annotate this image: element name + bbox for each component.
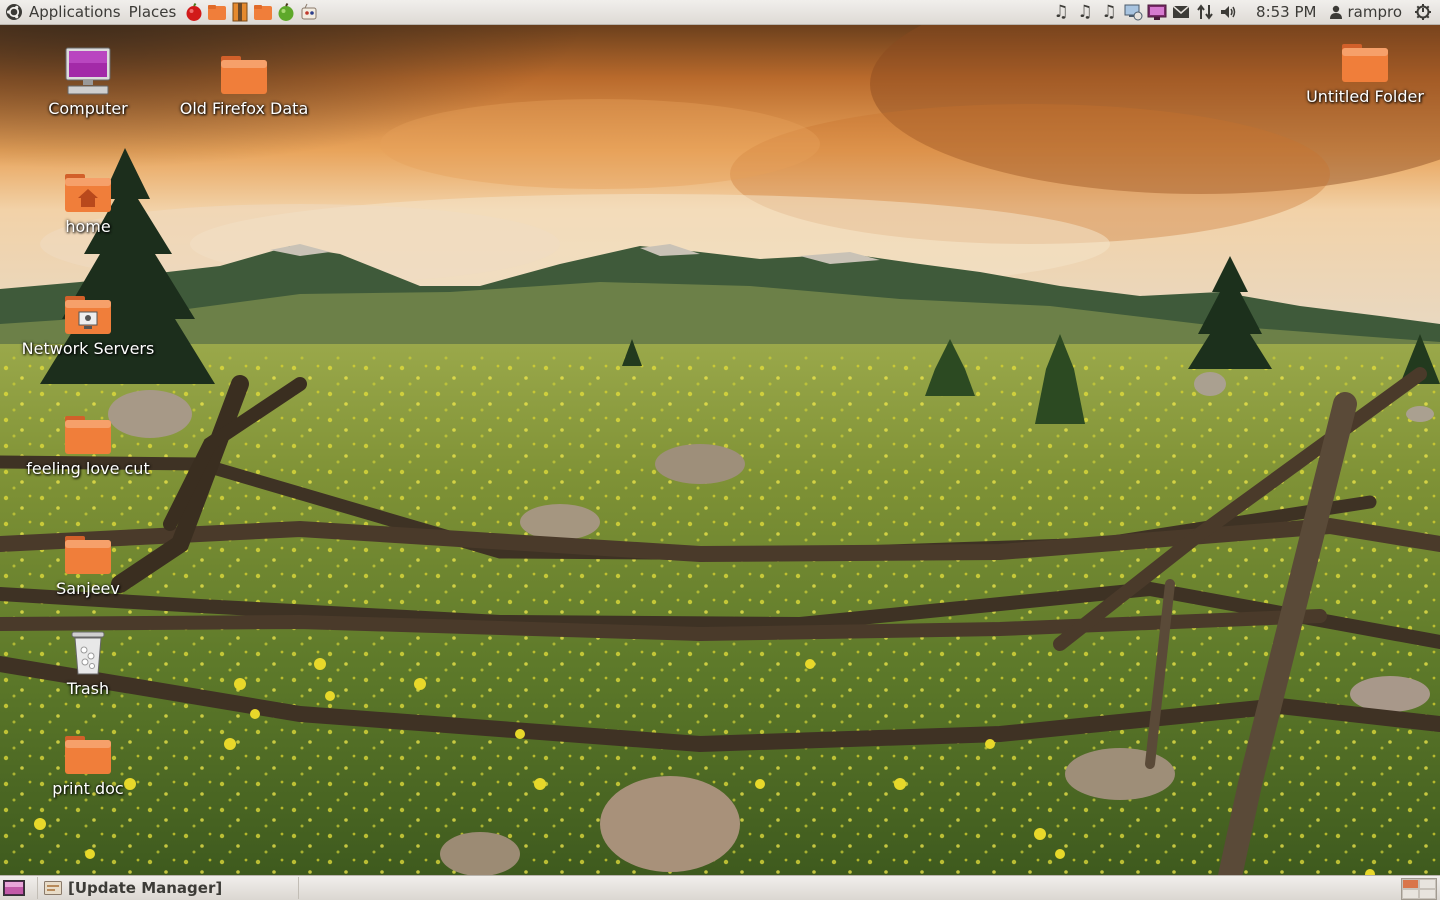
desktop-icon-label: home [65, 217, 111, 236]
applications-menu[interactable]: Applications [29, 3, 121, 21]
user-icon [1330, 5, 1343, 19]
places-menu[interactable]: Places [129, 3, 177, 21]
system-tray: ♫ ♫ ♫ 8:53 PM rampro [1050, 0, 1440, 24]
desktop-icon-label: Sanjeev [56, 579, 120, 598]
desktop-icon-network-servers[interactable]: Network Servers [13, 284, 163, 358]
desktop-icon-label: Old Firefox Data [179, 99, 309, 118]
apple-green-icon[interactable] [276, 2, 296, 22]
folder-icon [62, 524, 114, 576]
workspace-2[interactable] [1419, 879, 1436, 889]
taskbar-item-label: [Update Manager] [68, 879, 223, 897]
desktop-wallpaper [0, 24, 1440, 876]
folder-icon[interactable] [253, 2, 273, 22]
show-desktop-icon[interactable] [3, 880, 25, 896]
workspace-1[interactable] [1402, 879, 1419, 889]
desktop-icon-untitled-folder[interactable]: Untitled Folder [1290, 32, 1440, 106]
gear-power-icon[interactable] [1412, 1, 1434, 23]
folder-icon [62, 724, 114, 776]
desktop-icon-old-firefox-data[interactable]: Old Firefox Data [169, 44, 319, 118]
desktop-icon-label: print doc [52, 779, 124, 798]
game-icon[interactable] [299, 2, 319, 22]
desktop-icon-label: Trash [66, 679, 110, 698]
workspace-3[interactable] [1402, 889, 1419, 899]
folder-icon [218, 44, 270, 96]
network-folder-icon [62, 284, 114, 336]
desktop-icon-label: Computer [48, 99, 128, 118]
desktop-icon-print-doc[interactable]: print doc [13, 724, 163, 798]
archive-icon[interactable] [230, 2, 250, 22]
network-updown-icon[interactable] [1194, 1, 1216, 23]
folder-icon [1339, 32, 1391, 84]
volume-icon[interactable] [1218, 1, 1240, 23]
apple-red-icon[interactable] [184, 2, 204, 22]
workspace-switcher[interactable] [1401, 878, 1437, 900]
desktop-icon-label: feeling love cut [26, 459, 150, 478]
update-manager-icon [44, 881, 62, 895]
user-menu[interactable]: rampro [1330, 3, 1402, 21]
music-note-icon[interactable]: ♫ [1098, 1, 1120, 23]
desktop-icon-sanjeev[interactable]: Sanjeev [13, 524, 163, 598]
desktop-icon-label: Untitled Folder [1306, 87, 1424, 106]
top-panel: Applications Places ♫ ♫ ♫ 8:53 PM rampro [0, 0, 1440, 25]
desktop-icon-home[interactable]: home [13, 162, 163, 236]
bottom-panel: [Update Manager] [0, 875, 1440, 900]
desktop-icon-computer[interactable]: Computer [13, 44, 163, 118]
music-note-icon[interactable]: ♫ [1050, 1, 1072, 23]
computer-icon [62, 44, 114, 96]
trash-icon [62, 624, 114, 676]
taskbar-update-manager[interactable]: [Update Manager] [37, 877, 299, 899]
network-monitor-icon[interactable] [1122, 1, 1144, 23]
desktop-icon-feeling-love-cut[interactable]: feeling love cut [13, 404, 163, 478]
display-icon[interactable] [1146, 1, 1168, 23]
workspace-4[interactable] [1419, 889, 1436, 899]
mail-icon[interactable] [1170, 1, 1192, 23]
ubuntu-logo-icon[interactable] [5, 3, 23, 21]
music-note-icon[interactable]: ♫ [1074, 1, 1096, 23]
home-folder-icon [62, 162, 114, 214]
desktop-icon-label: Network Servers [21, 339, 155, 358]
folder-icon [62, 404, 114, 456]
user-name: rampro [1347, 3, 1402, 21]
clock[interactable]: 8:53 PM [1256, 3, 1316, 21]
file-manager-icon[interactable] [207, 2, 227, 22]
desktop-icon-trash[interactable]: Trash [13, 624, 163, 698]
